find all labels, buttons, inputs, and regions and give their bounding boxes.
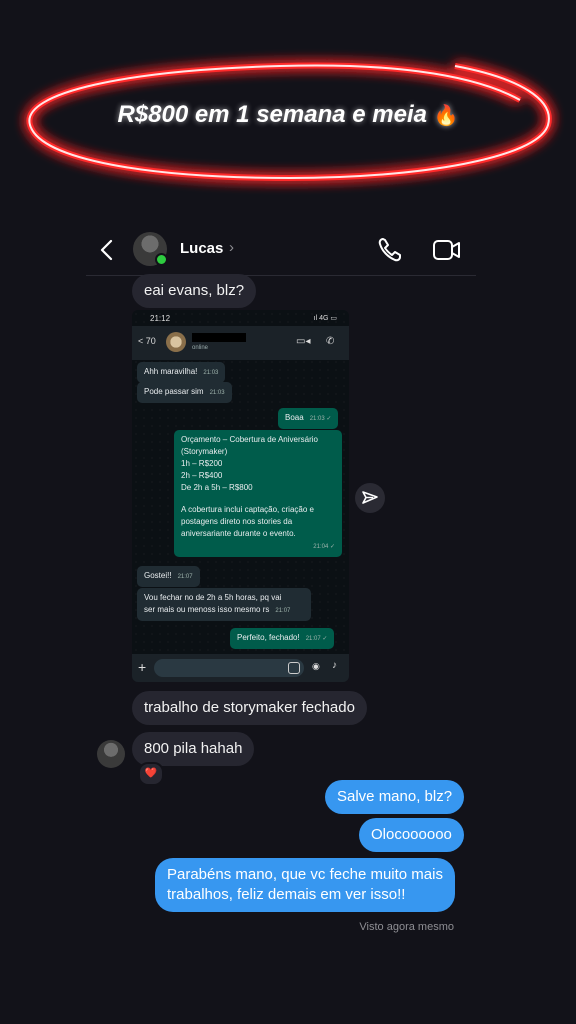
wa-text: Ahh maravilha!: [144, 367, 198, 376]
message-outgoing[interactable]: Olocoooooo: [359, 818, 464, 852]
wa-text: Gostei!!: [144, 571, 172, 580]
video-camera-icon[interactable]: [432, 236, 462, 264]
chevron-right-icon[interactable]: ›: [229, 239, 234, 256]
wa-line-text: ser mais ou menoss isso mesmo rs: [144, 605, 270, 614]
seen-status: Visto agora mesmo: [359, 921, 454, 933]
heart-reaction-icon[interactable]: ❤️: [138, 762, 164, 786]
phone-icon[interactable]: [376, 236, 404, 264]
sender-avatar[interactable]: [97, 740, 125, 768]
shot-back-count: < 70: [138, 336, 156, 346]
wa-time: 21:07: [275, 608, 291, 614]
wa-time: 21:07: [177, 574, 193, 580]
wa-text: Perfeito, fechado!: [237, 633, 300, 642]
wa-line: 1h – R$200: [181, 459, 223, 468]
message-outgoing[interactable]: Salve mano, blz?: [325, 780, 465, 814]
wa-message: Ahh maravilha! 21:03: [137, 362, 226, 383]
wa-text: Pode passar sim: [144, 387, 204, 396]
contact-name[interactable]: Lucas: [180, 240, 223, 257]
message-incoming[interactable]: trabalho de storymaker fechado: [132, 691, 367, 725]
wa-line: ser mais ou menoss isso mesmo rs 21:07: [144, 604, 304, 617]
shot-time: 21:12: [150, 314, 171, 323]
fire-icon: 🔥: [433, 105, 459, 127]
redaction-bar: [192, 333, 246, 342]
dm-header: Lucas ›: [86, 226, 476, 276]
wa-line: Orçamento – Cobertura de Aniversário: [181, 435, 318, 444]
headline-banner: R$800 em 1 semana e meia 🔥: [0, 0, 576, 230]
shot-mic-icon: ♪: [332, 660, 337, 671]
wa-message: Vou fechar no de 2h a 5h horas, pq vai s…: [137, 588, 311, 621]
shot-status-bar: 21:12 ıl 4G ▭: [132, 310, 349, 326]
shot-avatar: [166, 332, 186, 352]
shot-input-bar: + ◉ ♪: [132, 654, 349, 682]
wa-message: Perfeito, fechado! 21:07 ✓: [230, 628, 335, 649]
online-indicator: [155, 253, 168, 266]
shot-signal-icons: ıl 4G ▭: [313, 315, 337, 322]
message-line: Parabéns mano, que vc feche muito mais: [167, 866, 443, 883]
send-icon: [362, 491, 378, 504]
wa-text: Boaa: [285, 413, 304, 422]
wa-line: A cobertura inclui captação, criação e: [181, 505, 314, 514]
chevron-left-icon[interactable]: [96, 238, 118, 262]
wa-message: Gostei!! 21:07: [137, 566, 200, 587]
share-button[interactable]: [355, 483, 385, 513]
wa-line: postagens direto nos stories da: [181, 517, 293, 526]
wa-line-spacer: [181, 494, 335, 504]
message-line: trabalhos, feliz demais em ver isso!!: [167, 886, 406, 903]
shot-online-status: online: [192, 345, 209, 351]
contact-avatar[interactable]: [133, 232, 168, 266]
wa-message: Pode passar sim 21:03: [137, 382, 232, 403]
shared-screenshot[interactable]: 21:12 ıl 4G ▭ < 70 online ▭◂ ✆ Ahh marav…: [132, 310, 349, 682]
wa-time: 21:07 ✓: [305, 636, 328, 642]
wa-message-budget: Orçamento – Cobertura de Aniversário (St…: [174, 430, 342, 557]
shot-video-icon: ▭◂: [296, 336, 311, 347]
message-outgoing-congrats[interactable]: Parabéns mano, que vc feche muito mais t…: [155, 858, 455, 912]
wa-line: aniversariante durante o evento.: [181, 529, 296, 538]
shot-text-field: [154, 659, 304, 677]
headline-text: R$800 em 1 semana e meia 🔥: [0, 101, 576, 129]
shot-phone-icon: ✆: [326, 336, 335, 347]
wa-time: 21:03 ✓: [309, 416, 332, 422]
shot-sticker-icon: [288, 662, 300, 674]
wa-time: 21:03: [209, 390, 225, 396]
wa-message: Boaa 21:03 ✓: [278, 408, 339, 429]
wa-time: 21:03: [203, 370, 219, 376]
shot-chat-header: < 70 online ▭◂ ✆: [132, 326, 349, 360]
wa-line: De 2h a 5h – R$800: [181, 483, 253, 492]
shot-plus-icon: +: [138, 659, 147, 675]
headline-label: R$800 em 1 semana e meia: [117, 101, 427, 128]
wa-time: 21:04 ✓: [313, 544, 335, 550]
message-incoming-greeting[interactable]: eai evans, blz?: [132, 274, 257, 308]
wa-line: Vou fechar no de 2h a 5h horas, pq vai: [144, 593, 282, 602]
message-incoming[interactable]: 800 pila hahah: [132, 732, 255, 766]
shot-camera-icon: ◉: [312, 661, 320, 671]
wa-time-row: 21:04 ✓: [181, 540, 335, 553]
wa-line: (Storymaker): [181, 447, 228, 456]
wa-line: 2h – R$400: [181, 471, 223, 480]
